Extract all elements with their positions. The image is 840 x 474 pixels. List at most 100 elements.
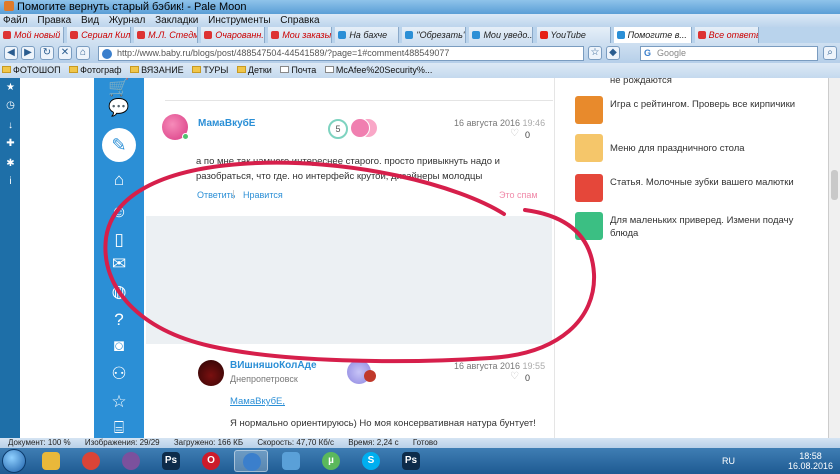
- taskbar-photoshop[interactable]: Ps: [154, 450, 188, 472]
- taskbar-app[interactable]: [274, 450, 308, 472]
- reload-icon[interactable]: ↻: [40, 46, 54, 60]
- people-icon[interactable]: ⚇: [108, 364, 130, 384]
- mention-link[interactable]: МамаВкубЕ,: [230, 396, 285, 407]
- bookmark-mcafee[interactable]: McAfee%20Security%...: [324, 63, 432, 78]
- comment-date: 16 августа 2016 19:46: [454, 118, 545, 128]
- menu-bookmarks[interactable]: Закладки: [155, 15, 198, 26]
- clock[interactable]: 18:58 16.08.2016: [788, 451, 833, 471]
- settings-panel-icon[interactable]: ✱: [5, 158, 16, 169]
- avatar[interactable]: [162, 114, 189, 140]
- bookmark-photoshop[interactable]: ФОТОШОП: [2, 63, 61, 78]
- star-icon[interactable]: ☆: [108, 392, 130, 412]
- comment-author[interactable]: ВИшняшоКолАде: [230, 360, 317, 371]
- addon-icon[interactable]: ◆: [606, 46, 620, 60]
- app-icon: [282, 452, 300, 470]
- address-bar[interactable]: http://www.baby.ru/blogs/post/488547504-…: [98, 46, 584, 61]
- heart-icon[interactable]: ♡: [510, 128, 519, 139]
- cart-icon[interactable]: 🛒: [108, 78, 130, 98]
- forward-icon[interactable]: ▶: [21, 46, 35, 60]
- mail-icon[interactable]: ✉: [108, 254, 130, 274]
- taskbar-skype[interactable]: S: [354, 450, 388, 472]
- star-icon[interactable]: ☆: [588, 46, 602, 60]
- system-tray: RU 18:58 16.08.2016: [716, 448, 840, 474]
- heart-balloon-thumbnail: [575, 134, 603, 162]
- house-icon[interactable]: ⌂: [108, 170, 130, 190]
- reply-area[interactable]: [146, 216, 552, 344]
- page-scrollbar[interactable]: [828, 78, 840, 438]
- menu-view[interactable]: Вид: [81, 15, 99, 26]
- taskbar-utorrent[interactable]: µ: [314, 450, 348, 472]
- tab-8[interactable]: Мои уведо...: [469, 27, 534, 43]
- camera-icon[interactable]: ◙: [108, 336, 130, 356]
- bookmark-photographer[interactable]: Фотограф: [69, 63, 122, 78]
- reply-link[interactable]: Ответить: [197, 190, 235, 200]
- bookmark-kids[interactable]: Детки: [236, 63, 272, 78]
- comment-date: 16 августа 2016 19:55: [454, 361, 545, 371]
- tab-1[interactable]: Мой новый ...: [0, 27, 64, 43]
- bookmark-tours[interactable]: ТУРЫ: [192, 63, 228, 78]
- avatar[interactable]: [198, 360, 224, 386]
- comment-author[interactable]: МамаВкубЕ: [198, 118, 255, 129]
- history-panel-icon[interactable]: ◷: [5, 100, 16, 111]
- addons-panel-icon[interactable]: ✚: [5, 138, 16, 149]
- tab-active[interactable]: Помогите в...: [613, 27, 692, 43]
- menu-history[interactable]: Журнал: [109, 15, 146, 26]
- language-indicator[interactable]: RU: [722, 456, 735, 466]
- tab-2[interactable]: Сериал Кил...: [67, 27, 132, 43]
- home-icon[interactable]: ⌂: [76, 46, 90, 60]
- start-button[interactable]: [2, 449, 26, 473]
- taskbar-chrome[interactable]: [74, 450, 108, 472]
- bookmarks-panel-icon[interactable]: ★: [5, 82, 16, 93]
- taskbar-explorer[interactable]: [34, 450, 68, 472]
- search-go-icon[interactable]: ⌕: [823, 46, 837, 60]
- web-page: 🛒 💬 ✎ ⌂ ☺ ▯ ✉ ◍ ? ◙ ⚇ ☆ ⌸ МамаВкубЕ 5 16…: [20, 78, 828, 438]
- tab-4[interactable]: Очарованн...: [201, 27, 266, 43]
- tab-label: Мой новый ...: [14, 30, 63, 40]
- bookmark-mail[interactable]: Почта: [280, 63, 316, 78]
- search-placeholder: Google: [657, 48, 687, 58]
- stop-icon[interactable]: ✕: [58, 46, 72, 60]
- sidebar-item-label: Статья. Молочные зубки вашего малютки: [610, 177, 794, 188]
- baby-icon[interactable]: ☺: [108, 202, 130, 222]
- downloads-panel-icon[interactable]: ↓: [5, 120, 16, 131]
- search-input[interactable]: G Google: [640, 46, 818, 61]
- tab-5[interactable]: Мои заказы: [268, 27, 333, 43]
- taskbar-photoshop-2[interactable]: Ps: [394, 450, 428, 472]
- book-icon[interactable]: ▯: [108, 230, 130, 250]
- taskbar: Ps O µ S Ps RU 18:58 16.08.2016: [0, 448, 840, 474]
- bookmark-knitting[interactable]: ВЯЗАНИЕ: [130, 63, 184, 78]
- pencil-icon[interactable]: ✎: [102, 128, 136, 162]
- tab-11[interactable]: Все ответы: [694, 27, 759, 43]
- taskbar-opera[interactable]: O: [194, 450, 228, 472]
- question-icon[interactable]: ?: [108, 310, 130, 330]
- tab-bar: Мой новый ... Сериал Кил... М.Л. Стедм..…: [0, 27, 840, 43]
- menu-tools[interactable]: Инструменты: [208, 15, 270, 26]
- like-link[interactable]: Нравится: [243, 190, 283, 200]
- tooth-thumbnail: [575, 174, 603, 202]
- chat-icon[interactable]: 💬: [108, 98, 130, 118]
- bag-icon[interactable]: ◍: [108, 282, 130, 302]
- tab-favicon: [137, 31, 146, 39]
- tab-favicon: [616, 31, 625, 39]
- menu-file[interactable]: Файл: [3, 15, 28, 26]
- divider: [233, 190, 234, 199]
- tab-label: На бахче: [349, 30, 388, 40]
- info-panel-icon[interactable]: i: [5, 176, 16, 187]
- menu-edit[interactable]: Правка: [37, 15, 71, 26]
- photoshop-icon: Ps: [402, 452, 420, 470]
- tab-6[interactable]: На бахче: [335, 27, 400, 43]
- tab-youtube[interactable]: YouTube: [536, 27, 611, 43]
- back-icon[interactable]: ◀: [4, 46, 18, 60]
- tab-7[interactable]: "Обрезать" ...: [402, 27, 467, 43]
- taskbar-palemoon[interactable]: [234, 450, 268, 472]
- spam-link[interactable]: Это спам: [499, 190, 538, 200]
- gift-icon[interactable]: ⌸: [108, 418, 130, 438]
- tab-3[interactable]: М.Л. Стедм...: [134, 27, 199, 43]
- heart-icon[interactable]: ♡: [510, 371, 519, 382]
- scrollbar-thumb[interactable]: [831, 170, 838, 200]
- bookmark-label: ТУРЫ: [203, 65, 229, 75]
- folder-icon: [130, 66, 140, 73]
- taskbar-viber[interactable]: [114, 450, 148, 472]
- menu-help[interactable]: Справка: [280, 15, 319, 26]
- like-count: 0: [525, 130, 531, 140]
